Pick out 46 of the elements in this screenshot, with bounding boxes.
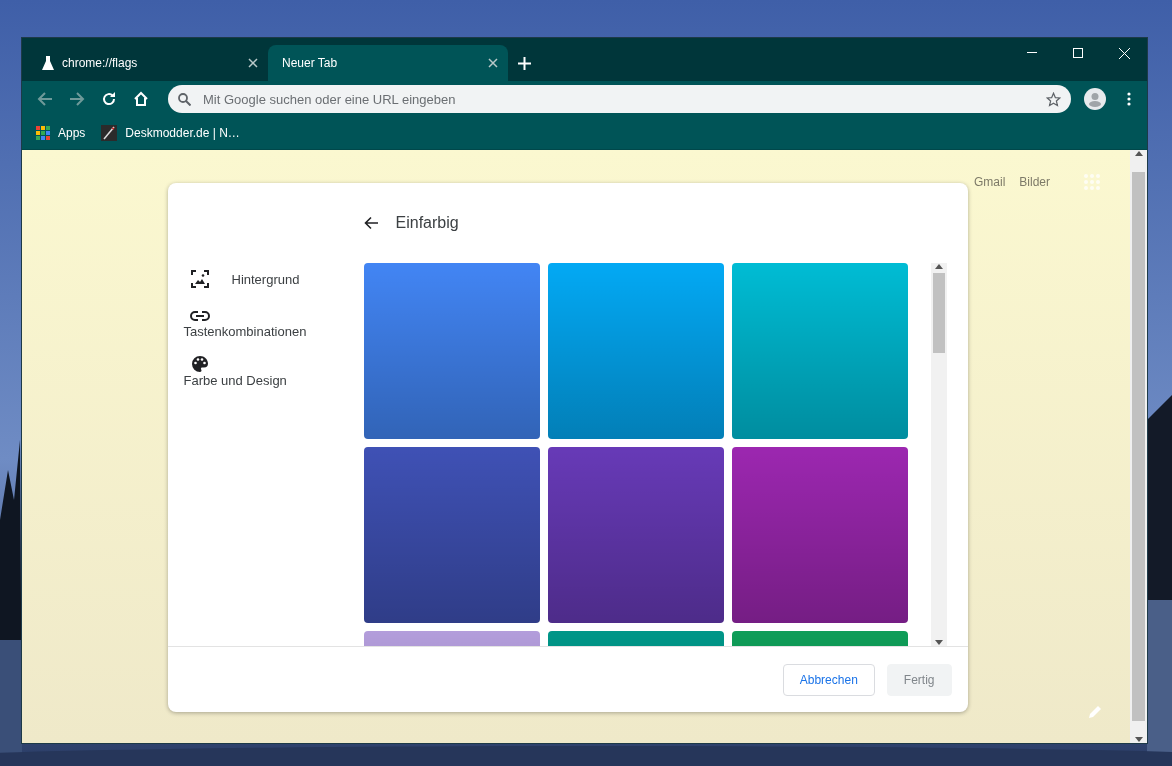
color-swatch[interactable] bbox=[547, 263, 724, 439]
color-swatch[interactable] bbox=[547, 447, 724, 623]
dialog-title: Einfarbig bbox=[395, 214, 459, 232]
scrollbar[interactable] bbox=[1130, 150, 1147, 743]
link-icon bbox=[189, 310, 210, 321]
tab-title: Neuer Tab bbox=[282, 56, 339, 70]
scrollbar[interactable] bbox=[930, 263, 947, 646]
bookmark-link[interactable]: Apps bbox=[36, 126, 86, 140]
address-bar[interactable]: Mit Google suchen oder eine URL eingeben bbox=[168, 85, 1071, 113]
nav-label: Tastenkombinationen bbox=[183, 324, 307, 340]
top-link[interactable]: Bilder bbox=[1019, 175, 1050, 189]
scrollbar-thumb[interactable] bbox=[1132, 172, 1145, 721]
bookmark-label: Deskmodder.de | N… bbox=[125, 126, 240, 140]
scroll-up-arrow-icon[interactable] bbox=[1134, 150, 1143, 156]
nav-item[interactable]: Farbe und Design bbox=[183, 355, 328, 388]
scrollbar-thumb[interactable] bbox=[932, 273, 945, 353]
back-arrow-icon[interactable] bbox=[363, 216, 378, 230]
cancel-button[interactable]: Abbrechen bbox=[782, 663, 875, 696]
pencil-icon[interactable] bbox=[1088, 705, 1102, 719]
color-swatch[interactable] bbox=[731, 447, 908, 623]
close-icon[interactable] bbox=[488, 58, 498, 68]
scroll-down-arrow-icon[interactable] bbox=[934, 640, 943, 646]
nav-item[interactable]: Tastenkombinationen bbox=[183, 309, 328, 341]
palette-icon bbox=[190, 355, 209, 373]
tab-title: chrome://flags bbox=[62, 56, 139, 70]
top-link[interactable]: Gmail bbox=[973, 175, 1006, 189]
color-swatch[interactable] bbox=[731, 263, 908, 439]
browser-tab[interactable]: Neuer Tab bbox=[268, 45, 508, 81]
color-swatch[interactable] bbox=[363, 263, 540, 439]
bookmark-link[interactable]: Deskmodder.de | N… bbox=[101, 125, 240, 141]
nav-label: Farbe und Design bbox=[183, 373, 287, 388]
apps-grid-icon bbox=[36, 126, 50, 140]
close-icon[interactable] bbox=[248, 58, 258, 68]
scroll-down-arrow-icon[interactable] bbox=[1134, 737, 1143, 743]
scroll-up-arrow-icon[interactable] bbox=[934, 263, 943, 269]
browser-tab[interactable]: chrome://flags bbox=[28, 45, 268, 81]
site-icon bbox=[101, 125, 118, 141]
star-icon[interactable] bbox=[1046, 91, 1061, 107]
color-swatch[interactable] bbox=[363, 447, 540, 623]
flask-icon bbox=[42, 56, 54, 70]
search-icon bbox=[178, 92, 191, 106]
nav-label: Hintergrund bbox=[231, 271, 300, 287]
nav-item[interactable]: Hintergrund bbox=[183, 263, 328, 295]
image-icon bbox=[190, 270, 209, 288]
apps-grid-icon[interactable] bbox=[1084, 174, 1100, 190]
bookmark-label: Apps bbox=[58, 126, 86, 140]
